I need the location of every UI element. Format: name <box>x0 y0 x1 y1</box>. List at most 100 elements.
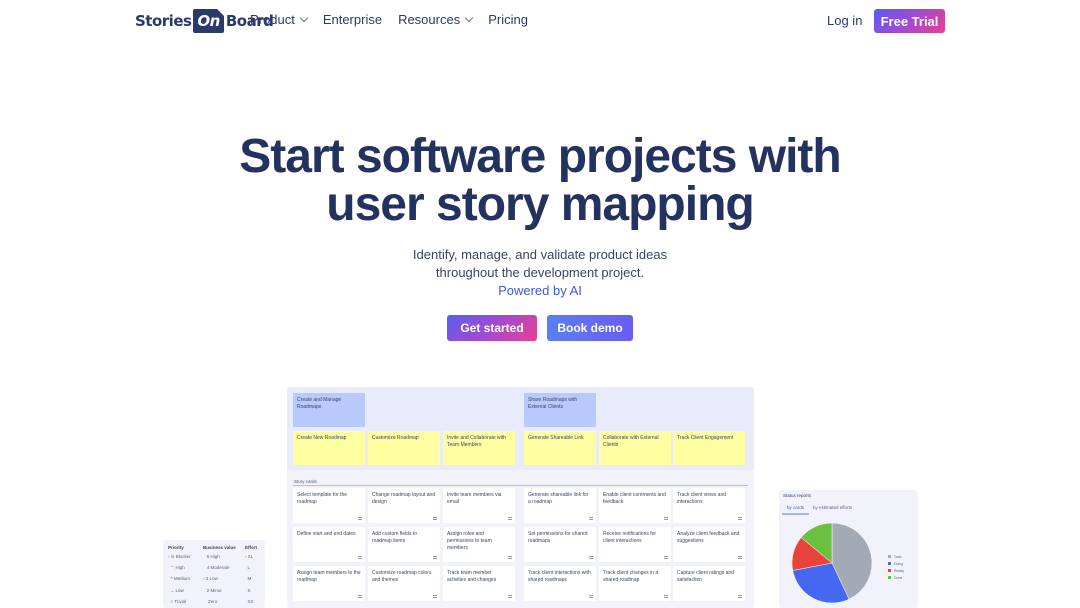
logo-text-left: Stories <box>135 11 192 30</box>
card-menu-icon <box>589 556 593 559</box>
card-menu-icon <box>433 517 437 520</box>
story-card-text: Track client changes in a shared roadmap <box>603 570 659 583</box>
story-card[interactable]: Assign roles and permissions to team mem… <box>443 527 515 562</box>
story-card-text: Generate shareable link for a roadmap <box>528 492 589 505</box>
story-card[interactable]: Add custom fields to roadmap items <box>368 527 440 562</box>
nav-enterprise-label: Enterprise <box>322 12 383 27</box>
story-card-text: Receive notifications for client interac… <box>603 531 657 544</box>
legend-swatch <box>888 569 891 572</box>
card-menu-icon <box>664 556 668 559</box>
story-card[interactable]: Customize roadmap colors and themes <box>368 566 440 601</box>
card-menu-icon <box>358 595 362 598</box>
book-demo-button[interactable]: Book demo <box>547 315 633 341</box>
story-cards-label: Story cards <box>294 479 317 484</box>
effort-header: Effort <box>245 545 257 550</box>
nav-pricing[interactable]: Pricing <box>488 12 528 27</box>
story-card-text: Customize roadmap colors and themes <box>372 570 432 583</box>
story-card[interactable]: Change roadmap layout and design <box>368 488 440 523</box>
nav-product[interactable]: Product <box>250 12 309 27</box>
story-card[interactable]: Select template for the roadmap <box>293 488 365 523</box>
priority-column: Priority › ⊙ Blocker ⌃ High ^ Medium ⌄ L… <box>168 544 191 607</box>
feature-card: Collaborate with External Clients <box>599 431 671 465</box>
business-value-option: › 3 Low <box>203 576 218 582</box>
login-link[interactable]: Log in <box>827 13 862 28</box>
feature-card: Create New Roadmap <box>293 431 365 465</box>
story-card[interactable]: Track client views and interactions <box>673 488 745 523</box>
story-card-text: Change roadmap layout and design <box>372 492 436 505</box>
story-card[interactable]: Assign team members to the roadmap <box>293 566 365 601</box>
priority-header: Priority <box>168 545 184 550</box>
nav-resources[interactable]: Resources <box>398 12 474 27</box>
nav-enterprise[interactable]: Enterprise <box>323 12 382 27</box>
legend-item: Doing <box>888 560 904 567</box>
tab-by-efforts[interactable]: by estimated efforts <box>813 505 852 510</box>
card-menu-icon <box>358 517 362 520</box>
free-trial-button[interactable]: Free Trial <box>874 9 945 33</box>
story-card[interactable]: Capture client ratings and satisfaction <box>673 566 745 601</box>
story-card[interactable]: Enable client comments and feedback <box>599 488 671 523</box>
story-card[interactable]: Generate shareable link for a roadmap <box>524 488 596 523</box>
business-value-column: Business value 5 High 4 Moderate › 3 Low… <box>203 544 236 607</box>
story-card[interactable]: Track client interactions with shared ro… <box>524 566 596 601</box>
story-card-text: Define start and end dates <box>297 531 356 537</box>
story-card-text: Analyze client feedback and suggestions <box>677 531 740 544</box>
story-card-text: Track client interactions with shared ro… <box>528 570 591 583</box>
effort-option: M <box>247 576 252 582</box>
business-value-option: Zero <box>208 598 218 604</box>
story-map-preview: Create and Manage Roadmaps Share Roadmap… <box>287 387 754 608</box>
logo-text-mid: On <box>193 8 225 33</box>
card-menu-icon <box>508 517 512 520</box>
cta-row: Get started Book demo <box>447 315 633 341</box>
story-card-text: Add custom fields to roadmap items <box>372 531 418 544</box>
pie-legend: Todo Doing Ready Done <box>888 553 904 581</box>
story-card-text: Track team member activities and changes <box>447 570 497 583</box>
priority-panel: Priority › ⊙ Blocker ⌃ High ^ Medium ⌄ L… <box>163 540 265 608</box>
story-card[interactable]: Track client changes in a shared roadmap <box>599 566 671 601</box>
story-card-text: Select template for the roadmap <box>297 492 348 505</box>
story-card[interactable]: Define start and end dates <box>293 527 365 562</box>
tab-by-cards[interactable]: by cards <box>787 505 804 510</box>
epic-card: Share Roadmaps with External Clients <box>524 393 596 427</box>
nav-links: Product Enterprise Resources Pricing <box>250 12 544 27</box>
legend-item: Todo <box>888 553 904 560</box>
status-report-title: Status reports <box>783 493 812 498</box>
subtitle-line-2: throughout the development project. <box>435 265 645 280</box>
story-card[interactable]: Set permissions for shared roadmaps <box>524 527 596 562</box>
priority-option: › ⊙ Blocker <box>168 554 191 559</box>
story-card-text: Capture client ratings and satisfaction <box>677 570 734 583</box>
card-menu-icon <box>738 595 742 598</box>
card-menu-icon <box>738 556 742 559</box>
subtitle-line-1: Identify, manage, and validate product i… <box>412 247 668 262</box>
status-pie-chart <box>791 522 873 604</box>
story-card[interactable]: Invite team members via email <box>443 488 515 523</box>
effort-column: Effort › XL L M S XS <box>245 544 257 607</box>
story-card-text: Enable client comments and feedback <box>603 492 666 505</box>
status-report-panel: Status reports by cards by estimated eff… <box>779 490 918 608</box>
powered-by-ai-link[interactable]: Powered by AI <box>0 282 1080 300</box>
card-menu-icon <box>738 517 742 520</box>
story-card[interactable]: Analyze client feedback and suggestions <box>673 527 745 562</box>
legend-label: Todo <box>894 554 902 559</box>
feature-card: Generate Shareable Link <box>524 431 596 465</box>
card-menu-icon <box>664 595 668 598</box>
nav-pricing-label: Pricing <box>488 12 528 27</box>
priority-option: ⌃ High <box>168 565 185 571</box>
effort-option: S <box>247 587 251 593</box>
nav-resources-label: Resources <box>398 12 461 27</box>
story-card[interactable]: Track team member activities and changes <box>443 566 515 601</box>
card-menu-icon <box>433 595 437 598</box>
priority-option: ^ Medium <box>168 576 190 582</box>
feature-card: Track Client Engagement <box>673 431 745 465</box>
business-value-option: 4 Moderate <box>206 565 230 571</box>
priority-option: ⌄ Low <box>168 587 184 593</box>
card-menu-icon <box>508 595 512 598</box>
card-menu-icon <box>358 556 362 559</box>
legend-swatch <box>888 576 891 579</box>
card-menu-icon <box>589 517 593 520</box>
story-card[interactable]: Receive notifications for client interac… <box>599 527 671 562</box>
story-card-text: Invite team members via email <box>447 492 502 505</box>
get-started-button[interactable]: Get started <box>447 315 537 341</box>
title-line-2: user story mapping <box>326 178 754 231</box>
title-line-1: Start software projects with <box>239 130 841 183</box>
business-value-option: 5 High <box>206 554 220 559</box>
